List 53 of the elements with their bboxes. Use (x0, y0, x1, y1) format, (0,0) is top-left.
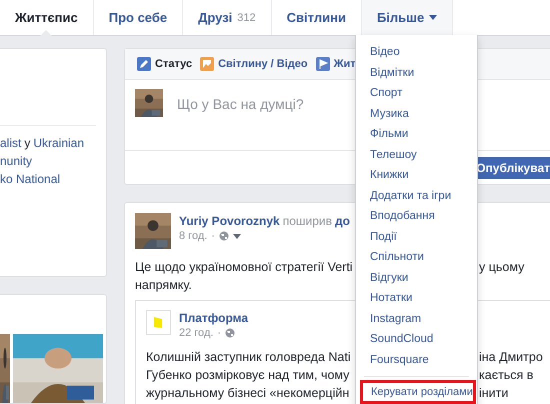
menu-item[interactable]: Foursquare (356, 350, 477, 370)
shared-text: Губенко розмірковує над тим, чому (146, 367, 350, 384)
menu-item[interactable]: Спільноти (356, 247, 477, 268)
menu-item[interactable]: SoundCloud (356, 329, 477, 350)
menu-item[interactable]: Відео (356, 42, 477, 62)
menu-item[interactable]: Нотатки (356, 288, 477, 308)
globe-icon (218, 231, 229, 241)
composer-tab-label[interactable]: Статус (155, 58, 192, 70)
menu-item[interactable]: Фільми (356, 124, 477, 144)
shared-text: Колишній заступник головреда Nati (146, 349, 352, 366)
profile-tab[interactable]: Більше (362, 0, 454, 35)
shared-text: інити (479, 385, 508, 402)
profile-tab[interactable]: Про себе (94, 0, 184, 35)
intro-link[interactable]: nunity (0, 154, 32, 169)
intro-link[interactable]: Ukrainian (33, 136, 84, 151)
page-link[interactable]: Платформа (179, 311, 248, 325)
photo-icon (200, 57, 214, 71)
post-text: Це щодо україномовної стратегії Verti (135, 259, 354, 276)
menu-item[interactable]: Музика (356, 104, 477, 124)
composer-tab-label[interactable]: Жит (334, 58, 356, 70)
intro-link[interactable]: ko National (0, 172, 60, 187)
separator-dot: · (211, 230, 215, 242)
globe-icon (225, 328, 236, 338)
friend-count: 312 (237, 12, 256, 24)
author-link[interactable]: Yuriy Povoroznyk (179, 214, 280, 228)
composer-tab[interactable]: Статус (137, 57, 192, 71)
page-logo-icon (146, 310, 171, 335)
menu-item[interactable]: Відмітки (356, 62, 477, 83)
composer-tab-label[interactable]: Світлину / Відео (218, 58, 308, 70)
post-text: у цьому (479, 259, 524, 276)
profile-tab[interactable]: Світлини (272, 0, 362, 35)
separator-dot: · (217, 327, 222, 339)
shared-text: кається в (479, 367, 534, 384)
menu-item[interactable]: Instagram (356, 308, 477, 329)
flag-icon (316, 57, 330, 71)
action-text: поширив (282, 214, 332, 228)
post-text: напрямку. (135, 277, 193, 294)
menu-item[interactable]: Події (356, 226, 477, 247)
composer-tab[interactable]: Світлину / Відео (200, 57, 308, 71)
caret-icon[interactable] (232, 234, 241, 238)
caret-icon (429, 15, 438, 20)
menu-item[interactable]: Спорт (356, 83, 477, 104)
shared-text: іна Дмитро (479, 349, 543, 366)
intro-text: у (24, 136, 30, 151)
intro-link[interactable]: alist (0, 136, 22, 151)
target-link[interactable]: до (334, 214, 350, 228)
manage-sections-item[interactable]: Керувати розділами (360, 380, 476, 404)
composer-tab[interactable]: Жит (316, 57, 356, 71)
pencil-icon (137, 57, 151, 71)
shared-text: журнальному бізнесі «некомерційн (146, 385, 350, 402)
menu-item[interactable]: Відгуки (356, 268, 477, 288)
menu-item[interactable]: Додатки та ігри (356, 186, 477, 206)
menu-item[interactable]: Вподобання (356, 206, 477, 226)
